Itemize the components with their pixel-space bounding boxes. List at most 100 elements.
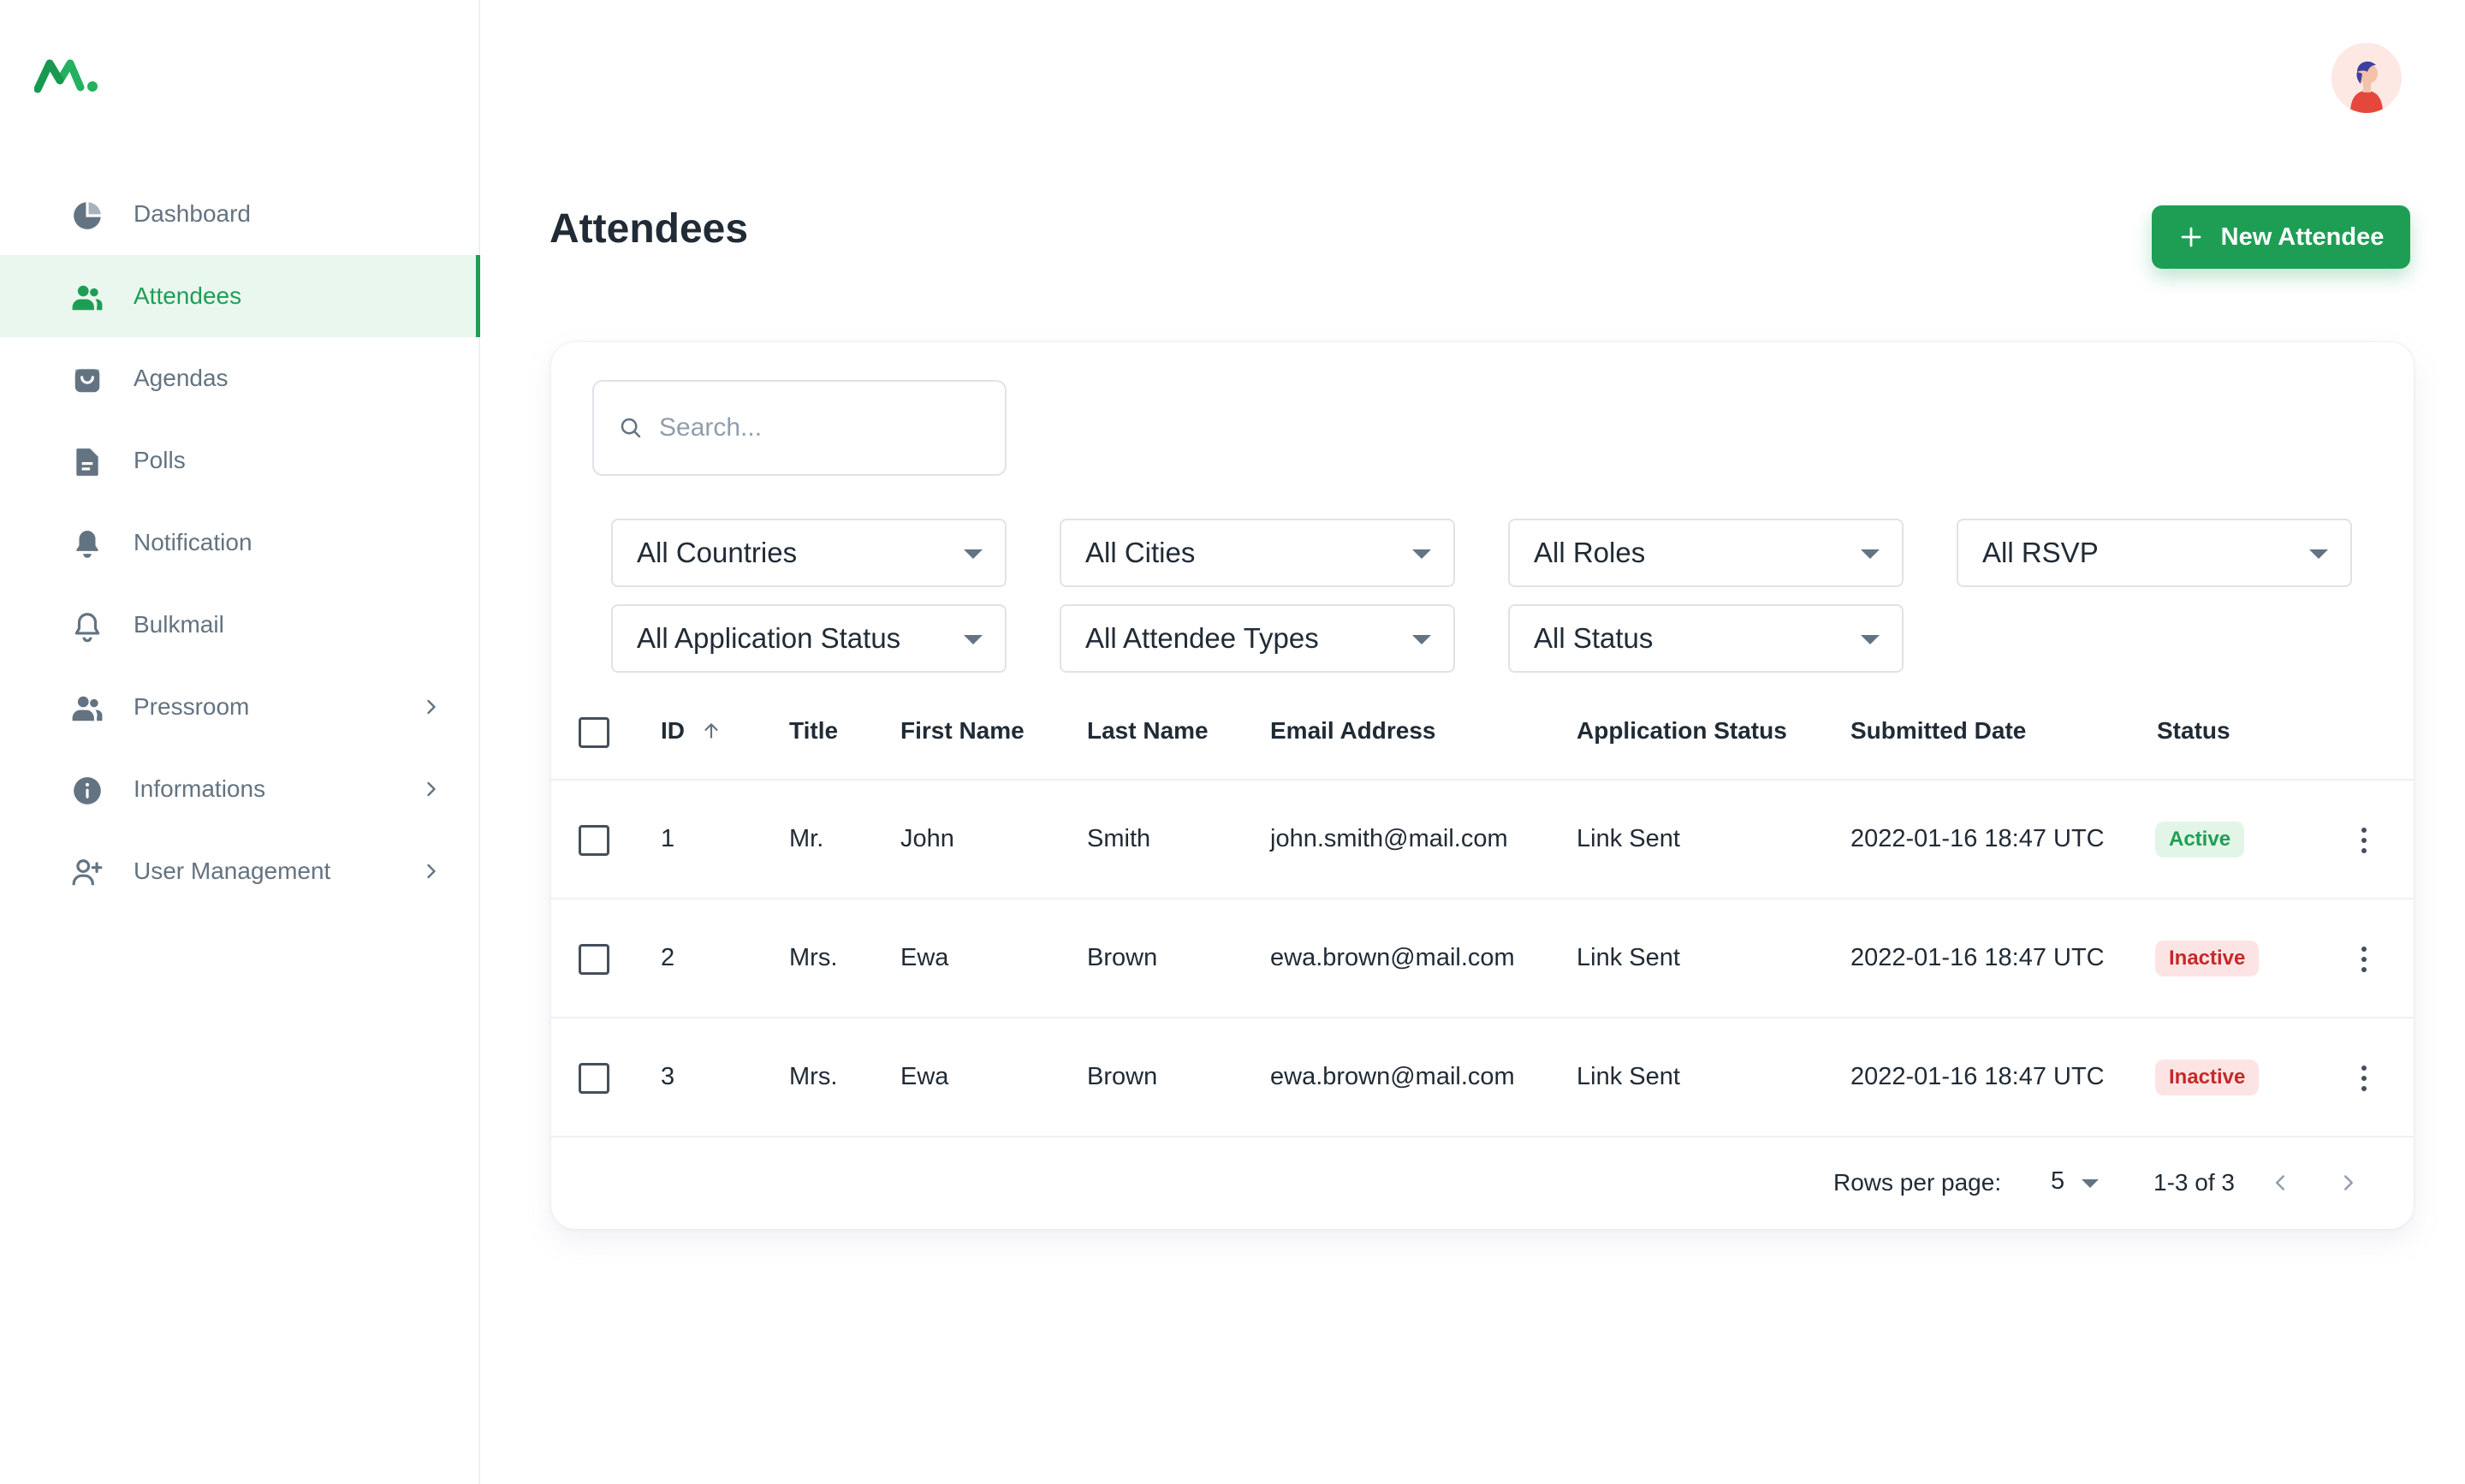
caret-down-icon xyxy=(1861,549,1880,559)
pagination-range: 1-3 of 3 xyxy=(2153,1169,2235,1196)
column-header-submitted-date[interactable]: Submitted Date xyxy=(1850,717,2026,745)
filter-value: All Countries xyxy=(637,537,798,568)
column-header-application-status[interactable]: Application Status xyxy=(1577,717,1787,745)
search-box[interactable] xyxy=(592,380,1007,476)
status-badge: Active xyxy=(2155,822,2245,858)
column-header-title[interactable]: Title xyxy=(789,717,838,745)
cell-id: 1 xyxy=(661,825,675,852)
cell-last-name: Brown xyxy=(1087,1063,1158,1090)
sidebar-item-label: Agendas xyxy=(134,365,229,391)
attendees-card: All Countries All Cities All Roles All R… xyxy=(551,342,2414,1229)
column-header-id[interactable]: ID xyxy=(661,717,722,745)
cell-submitted-date: 2022-01-16 18:47 UTC xyxy=(1850,1063,2105,1090)
bell-outline-icon xyxy=(70,609,104,644)
people-icon xyxy=(70,692,104,726)
table-header: ID Title First Name Last Name Email Addr… xyxy=(551,685,2414,781)
table-row[interactable]: 2 Mrs. Ewa Brown ewa.brown@mail.com Link… xyxy=(551,899,2414,1018)
cell-application-status: Link Sent xyxy=(1577,944,1680,971)
sidebar-item-attendees[interactable]: Attendees xyxy=(0,255,480,337)
sidebar-item-label: Bulkmail xyxy=(134,611,224,638)
cell-first-name: Ewa xyxy=(900,1063,949,1090)
more-vertical-icon[interactable] xyxy=(2347,1061,2381,1095)
sidebar-item-bulkmail[interactable]: Bulkmail xyxy=(0,584,478,666)
new-attendee-label: New Attendee xyxy=(2220,223,2385,251)
sidebar-nav: Dashboard Attendees Agendas Polls Notifi… xyxy=(0,173,480,912)
cell-id: 3 xyxy=(661,1063,675,1090)
bag-icon xyxy=(70,363,104,397)
column-header-last-name[interactable]: Last Name xyxy=(1087,717,1209,745)
row-checkbox[interactable] xyxy=(579,1063,609,1094)
filter-status-select[interactable]: All Status xyxy=(1508,604,1904,673)
cell-first-name: John xyxy=(900,825,954,852)
filter-rsvp-select[interactable]: All RSVP xyxy=(1957,519,2352,587)
sidebar-item-label: Pressroom xyxy=(134,693,250,720)
column-header-first-name[interactable]: First Name xyxy=(900,717,1025,745)
cell-application-status: Link Sent xyxy=(1577,825,1680,852)
select-all-checkbox[interactable] xyxy=(579,717,609,748)
cell-application-status: Link Sent xyxy=(1577,1063,1680,1090)
rows-per-page-select[interactable]: 5 xyxy=(2040,1164,2100,1202)
sidebar-item-informations[interactable]: Informations xyxy=(0,748,478,830)
sidebar-item-polls[interactable]: Polls xyxy=(0,419,478,502)
table-row[interactable]: 3 Mrs. Ewa Brown ewa.brown@mail.com Link… xyxy=(551,1018,2414,1137)
column-header-email[interactable]: Email Address xyxy=(1270,717,1435,745)
filter-value: All Attendee Types xyxy=(1085,622,1319,654)
cell-email: ewa.brown@mail.com xyxy=(1270,944,1515,971)
sidebar-item-dashboard[interactable]: Dashboard xyxy=(0,173,478,255)
sidebar-item-label: User Management xyxy=(134,858,331,884)
next-page-button[interactable] xyxy=(2328,1162,2369,1203)
filter-attendee-types-select[interactable]: All Attendee Types xyxy=(1060,604,1455,673)
caret-down-icon xyxy=(2082,1179,2099,1188)
sidebar-item-label: Informations xyxy=(134,775,266,802)
search-icon xyxy=(621,418,641,438)
filter-value: All Cities xyxy=(1085,537,1196,568)
search-input[interactable] xyxy=(659,413,1001,442)
cell-title: Mr. xyxy=(789,825,824,852)
sidebar-item-notification[interactable]: Notification xyxy=(0,502,478,584)
chevron-left-icon xyxy=(2276,1175,2284,1190)
column-label: ID xyxy=(661,717,685,744)
filter-value: All Status xyxy=(1534,622,1654,654)
filter-roles-select[interactable]: All Roles xyxy=(1508,519,1904,587)
row-checkbox[interactable] xyxy=(579,944,609,975)
caret-down-icon xyxy=(2309,549,2328,559)
sidebar: Dashboard Attendees Agendas Polls Notifi… xyxy=(0,0,480,1484)
filter-value: All RSVP xyxy=(1982,537,2099,568)
filter-countries-select[interactable]: All Countries xyxy=(611,519,1007,587)
page-title: Attendees xyxy=(549,206,749,252)
filter-value: All Roles xyxy=(1534,537,1646,568)
filter-application-status-select[interactable]: All Application Status xyxy=(611,604,1007,673)
rows-per-page-value: 5 xyxy=(2051,1167,2065,1195)
caret-down-icon xyxy=(1861,635,1880,644)
filter-cities-select[interactable]: All Cities xyxy=(1060,519,1455,587)
info-icon xyxy=(70,774,104,808)
filter-value: All Application Status xyxy=(637,622,901,654)
cell-email: ewa.brown@mail.com xyxy=(1270,1063,1515,1090)
more-vertical-icon[interactable] xyxy=(2347,942,2381,976)
new-attendee-button[interactable]: New Attendee xyxy=(2152,205,2410,269)
avatar[interactable] xyxy=(2331,43,2402,113)
table-pagination: Rows per page: 5 1-3 of 3 xyxy=(551,1138,2414,1229)
sidebar-item-label: Dashboard xyxy=(134,200,251,227)
column-header-status[interactable]: Status xyxy=(2157,717,2230,745)
brand-logo-icon[interactable] xyxy=(33,55,103,96)
sidebar-item-agendas[interactable]: Agendas xyxy=(0,337,478,419)
previous-page-button[interactable] xyxy=(2260,1162,2301,1203)
cell-title: Mrs. xyxy=(789,944,838,971)
cell-first-name: Ewa xyxy=(900,944,949,971)
table-row[interactable]: 1 Mr. John Smith john.smith@mail.com Lin… xyxy=(551,781,2414,899)
row-checkbox[interactable] xyxy=(579,825,609,856)
rows-per-page-label: Rows per page: xyxy=(1833,1169,2002,1196)
sidebar-item-pressroom[interactable]: Pressroom xyxy=(0,666,478,748)
cell-title: Mrs. xyxy=(789,1063,838,1090)
chevron-right-icon xyxy=(419,777,443,801)
sidebar-item-user-management[interactable]: User Management xyxy=(0,830,478,912)
person-add-icon xyxy=(70,856,104,890)
chevron-right-icon xyxy=(419,695,443,719)
sidebar-item-label: Notification xyxy=(134,529,252,555)
cell-last-name: Smith xyxy=(1087,825,1151,852)
cell-submitted-date: 2022-01-16 18:47 UTC xyxy=(1850,944,2105,971)
pie-chart-icon xyxy=(70,199,104,233)
more-vertical-icon[interactable] xyxy=(2347,823,2381,858)
cell-id: 2 xyxy=(661,944,675,971)
